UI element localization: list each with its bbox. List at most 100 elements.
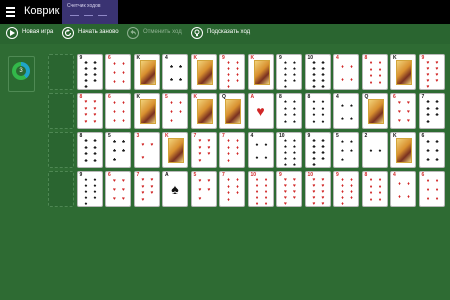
empty-card-slot[interactable]	[48, 171, 74, 207]
playing-card[interactable]: 4 ♦ ♦ ♦ ♦	[390, 171, 416, 207]
playing-card[interactable]: K	[133, 93, 160, 129]
card-suit-symbol: ♦	[426, 178, 430, 185]
playing-card[interactable]: K	[133, 54, 160, 90]
playing-card[interactable]: 9 ♣ ♣ ♣ ♣ ♣ ♣ ♣ ♣ ♣	[304, 132, 331, 168]
card-suit-symbol: ♣	[312, 162, 316, 168]
card-suit-symbol: ♣	[84, 144, 88, 151]
card-suit-symbol: ♦	[378, 183, 382, 190]
playing-card[interactable]: Q	[361, 93, 388, 129]
playing-card[interactable]: 8 ♦ ♦ ♦ ♦ ♦ ♦ ♦ ♦	[361, 171, 388, 207]
playing-card[interactable]: 4 ♠ ♠ ♠ ♠	[247, 132, 274, 168]
playing-card[interactable]: A ♥	[247, 93, 274, 129]
playing-card[interactable]: 6 ♥ ♥ ♥ ♥ ♥ ♥	[105, 171, 131, 207]
playing-card[interactable]: K	[247, 54, 274, 90]
playing-card[interactable]: 8 ♠ ♠ ♠ ♠ ♠ ♠ ♠ ♠	[276, 93, 302, 129]
playing-card[interactable]: 4 ♠ ♠ ♠ ♠	[333, 93, 359, 129]
playing-card[interactable]: 9 ♦ ♦ ♦ ♦ ♦ ♦ ♦ ♦ ♦	[219, 54, 245, 90]
playing-card[interactable]: 8 ♥ ♥ ♥ ♥ ♥ ♥ ♥ ♥	[76, 93, 103, 129]
card-suit-symbol: ♠	[341, 156, 344, 163]
redeal-counter-ring: 3	[12, 62, 30, 80]
playing-card[interactable]: 10 ♥ ♥ ♥ ♥ ♥ ♥ ♥ ♥ ♥ ♥	[304, 171, 331, 207]
empty-card-slot[interactable]	[48, 132, 74, 168]
playing-card[interactable]: 7 ♦ ♦ ♦ ♦ ♦ ♦ ♦	[219, 132, 245, 168]
playing-card[interactable]: 9 ♥ ♥ ♥ ♥ ♥ ♥ ♥ ♥ ♥	[418, 54, 445, 90]
card-suit-symbol: ♦	[398, 193, 401, 200]
card-suit-symbol: ♠	[293, 112, 296, 119]
card-pips: ♠ ♠ ♠ ♠	[339, 99, 355, 125]
playing-card[interactable]: 4 ♣ ♣ ♣ ♣	[162, 54, 188, 90]
playing-card[interactable]: 4 ♦ ♦ ♦ ♦	[333, 54, 359, 90]
empty-card-slot[interactable]	[48, 93, 74, 129]
playing-card[interactable]: 6 ♥ ♥ ♥ ♥ ♥ ♥	[390, 93, 416, 129]
playing-card[interactable]: K	[190, 54, 217, 90]
playing-card[interactable]: 9 ♣ ♣ ♣ ♣ ♣ ♣ ♣ ♣ ♣	[76, 54, 103, 90]
card-suit-symbol: ♣	[93, 144, 97, 151]
card-suit-symbol: ♦	[113, 61, 116, 68]
card-suit-symbol: ♦	[227, 144, 230, 151]
playing-card[interactable]: 3 ♥ ♥ ♥	[133, 132, 160, 168]
card-suit-symbol: ♠	[312, 105, 316, 112]
card-suit-symbol: ♣	[426, 147, 430, 154]
playing-card[interactable]: 6 ♦ ♦ ♦ ♦ ♦ ♦	[418, 171, 445, 207]
card-suit-symbol: ♠	[312, 118, 316, 125]
card-suit-symbol: ♣	[178, 76, 183, 83]
card-suit-symbol: ♦	[255, 201, 259, 207]
playing-card[interactable]: K	[162, 132, 188, 168]
face-card-art	[253, 60, 270, 85]
card-suit-symbol: ♦	[113, 100, 116, 107]
playing-card[interactable]: 10 ♦ ♦ ♦ ♦ ♦ ♦ ♦ ♦ ♦ ♦	[247, 171, 274, 207]
playing-card[interactable]: K	[190, 93, 217, 129]
card-suit-symbol: ♦	[369, 177, 373, 184]
playing-card[interactable]: 8 ♣ ♣ ♣ ♣ ♣ ♣ ♣ ♣	[76, 132, 103, 168]
card-suit-symbol: ♣	[121, 139, 126, 146]
empty-card-slot[interactable]	[48, 54, 74, 90]
card-suit-symbol: ♦	[113, 78, 116, 85]
playing-card[interactable]: 5 ♠ ♠ ♠ ♠ ♠	[333, 132, 359, 168]
card-suit-symbol: ♦	[113, 117, 116, 124]
playing-card[interactable]: 7 ♦ ♦ ♦ ♦ ♦ ♦ ♦	[219, 171, 245, 207]
card-suit-symbol: ♦	[369, 196, 373, 203]
playing-card[interactable]: 9 ♠ ♠ ♠ ♠ ♠ ♠ ♠ ♠ ♠	[76, 171, 103, 207]
playing-card[interactable]: 6 ♣ ♣ ♣ ♣ ♣ ♣	[418, 132, 445, 168]
playing-card[interactable]: 8 ♠ ♠ ♠ ♠ ♠ ♠ ♠ ♠	[304, 93, 331, 129]
playing-card[interactable]: 2 ♠ ♠	[361, 132, 388, 168]
playing-card[interactable]: 10 ♣ ♣ ♣ ♣ ♣ ♣ ♣ ♣ ♣ ♣	[304, 54, 331, 90]
playing-card[interactable]: 9 ♥ ♥ ♥ ♥ ♥ ♥ ♥ ♥ ♥	[276, 171, 302, 207]
playing-card[interactable]: 9 ♦ ♦ ♦ ♦ ♦ ♦ ♦ ♦ ♦	[333, 171, 359, 207]
playing-card[interactable]: 7 ♥ ♥ ♥ ♥ ♥ ♥ ♥	[190, 132, 217, 168]
card-suit-symbol: ♥	[207, 138, 211, 145]
redeal-count: 3	[16, 66, 26, 76]
playing-card[interactable]: K	[390, 132, 416, 168]
card-suit-symbol: ♦	[113, 69, 116, 76]
playing-card[interactable]: 5 ♥ ♥ ♥ ♥ ♥	[190, 171, 217, 207]
face-card-art	[139, 99, 156, 124]
card-suit-symbol: ♥	[141, 154, 145, 161]
playing-card[interactable]: 5 ♦ ♦ ♦ ♦ ♦	[162, 93, 188, 129]
app-title: Коврик	[24, 5, 60, 17]
card-pips: ♠ ♠ ♠ ♠ ♠ ♠ ♠ ♠ ♠	[83, 177, 99, 206]
stock-pile[interactable]: 3	[8, 56, 35, 92]
hamburger-menu-icon[interactable]	[6, 5, 16, 19]
playing-card[interactable]: 6 ♦ ♦ ♦ ♦ ♦ ♦	[105, 93, 131, 129]
playing-card[interactable]: 7 ♣ ♣ ♣ ♣ ♣ ♣ ♣	[418, 93, 445, 129]
playing-card[interactable]: A ♠	[162, 171, 188, 207]
card-suit-symbol: ♠	[312, 112, 316, 119]
playing-card[interactable]: 7 ♥ ♥ ♥ ♥ ♥ ♥ ♥	[133, 171, 160, 207]
card-suit-symbol: ♦	[227, 151, 230, 158]
playing-card[interactable]: 5 ♣ ♣ ♣ ♣ ♣	[105, 132, 131, 168]
playing-card[interactable]: 8 ♦ ♦ ♦ ♦ ♦ ♦ ♦ ♦	[361, 54, 388, 90]
card-suit-symbol: ♣	[112, 139, 117, 146]
card-suit-symbol: ♦	[435, 186, 439, 193]
playing-card[interactable]: 10 ♠ ♠ ♠ ♠ ♠ ♠ ♠ ♠ ♠ ♠	[276, 132, 302, 168]
card-pips: ♣ ♣ ♣ ♣ ♣	[111, 138, 127, 164]
playing-card[interactable]: Q	[219, 93, 245, 129]
card-pips: ♥ ♥ ♥ ♥ ♥ ♥ ♥	[140, 177, 156, 203]
card-suit-symbol: ♠	[378, 148, 382, 154]
playing-card[interactable]: 6 ♦ ♦ ♦ ♦ ♦ ♦	[105, 54, 131, 90]
card-suit-symbol: ♣	[178, 63, 183, 70]
card-suit-symbol: ♥	[93, 112, 97, 119]
playing-card[interactable]: K	[390, 54, 416, 90]
card-suit-symbol: ♣	[169, 76, 174, 83]
card-suit-symbol: ♦	[407, 193, 410, 200]
playing-card[interactable]: 9 ♠ ♠ ♠ ♠ ♠ ♠ ♠ ♠ ♠	[276, 54, 302, 90]
